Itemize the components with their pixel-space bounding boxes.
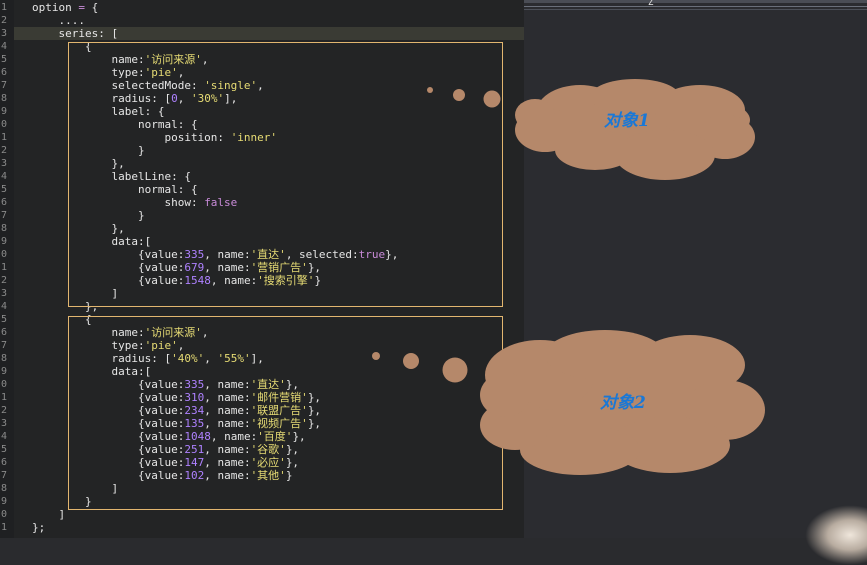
- code-text: ]: [32, 508, 65, 521]
- code-text: series: [: [32, 27, 118, 40]
- line-number: 9: [1, 106, 8, 117]
- code-text: };: [32, 521, 45, 534]
- window-top-line-2: [524, 9, 867, 10]
- line-number: 9: [1, 236, 8, 247]
- code-token: ....: [32, 14, 85, 27]
- line-number: 0: [1, 119, 8, 130]
- line-number: 8: [1, 483, 8, 494]
- line-number: 8: [1, 353, 8, 364]
- line-number: 2: [1, 405, 8, 416]
- code-token: {: [84, 1, 99, 14]
- line-number: 4: [1, 171, 8, 182]
- line-number: 6: [1, 457, 8, 468]
- line-number: 1: [1, 522, 8, 533]
- line-number: 9: [1, 366, 8, 377]
- code-token: option: [32, 1, 79, 14]
- line-number: 8: [1, 93, 8, 104]
- line-number: 6: [1, 327, 8, 338]
- cloud2-label: 对象2: [600, 393, 646, 413]
- line-number: 2: [1, 145, 8, 156]
- line-number: 5: [1, 314, 8, 325]
- window-mark: Z: [648, 0, 654, 8]
- code-text: ....: [32, 14, 85, 27]
- line-number: 3: [1, 158, 8, 169]
- line-number: 1: [1, 392, 8, 403]
- line-number: 7: [1, 470, 8, 481]
- line-number: 7: [1, 340, 8, 351]
- window-top-line: [524, 6, 867, 7]
- line-number: 1: [1, 132, 8, 143]
- code-line[interactable]: 3 series: [: [0, 27, 524, 40]
- line-number: 4: [1, 431, 8, 442]
- cloud1-shape: [427, 79, 755, 180]
- line-number: 8: [1, 223, 8, 234]
- line-number: 6: [1, 67, 8, 78]
- code-token: series: [: [32, 27, 119, 40]
- line-number: 7: [1, 210, 8, 221]
- line-number: 0: [1, 509, 8, 520]
- line-number: 7: [1, 80, 8, 91]
- window-top-bar: [524, 0, 867, 3]
- line-number: 0: [1, 379, 8, 390]
- code-token: };: [32, 521, 46, 534]
- thought-dot-large: [442, 357, 468, 383]
- line-number: 3: [1, 28, 8, 39]
- line-number: 5: [1, 444, 8, 455]
- line-number: 2: [1, 275, 8, 286]
- line-number: 3: [1, 418, 8, 429]
- thought-dot-small: [372, 352, 380, 360]
- thought-dot-large: [483, 90, 501, 108]
- line-number: 6: [1, 197, 8, 208]
- line-number: 9: [1, 496, 8, 507]
- line-number: 2: [1, 15, 8, 26]
- line-number: 1: [1, 2, 8, 13]
- line-number: 5: [1, 54, 8, 65]
- line-number: 5: [1, 184, 8, 195]
- cloud2-shape: [372, 330, 765, 475]
- code-line[interactable]: 1 option = {: [0, 1, 524, 14]
- thought-dot-medium: [453, 89, 465, 101]
- thought-dot-small: [427, 87, 433, 93]
- code-line[interactable]: 2 ....: [0, 14, 524, 27]
- cloud1-callout: [427, 79, 755, 180]
- cloud1-label: 对象1: [604, 111, 650, 131]
- code-token: ]: [32, 508, 66, 521]
- code-text: option = {: [32, 1, 98, 14]
- line-number: 0: [1, 249, 8, 260]
- cloud2-callout: [372, 330, 765, 475]
- code-line[interactable]: 1};: [0, 521, 524, 534]
- thought-dot-medium: [403, 353, 419, 369]
- line-number: 4: [1, 41, 8, 52]
- code-token: =: [78, 1, 85, 14]
- line-number: 1: [1, 262, 8, 273]
- line-number: 4: [1, 301, 8, 312]
- line-number: 3: [1, 288, 8, 299]
